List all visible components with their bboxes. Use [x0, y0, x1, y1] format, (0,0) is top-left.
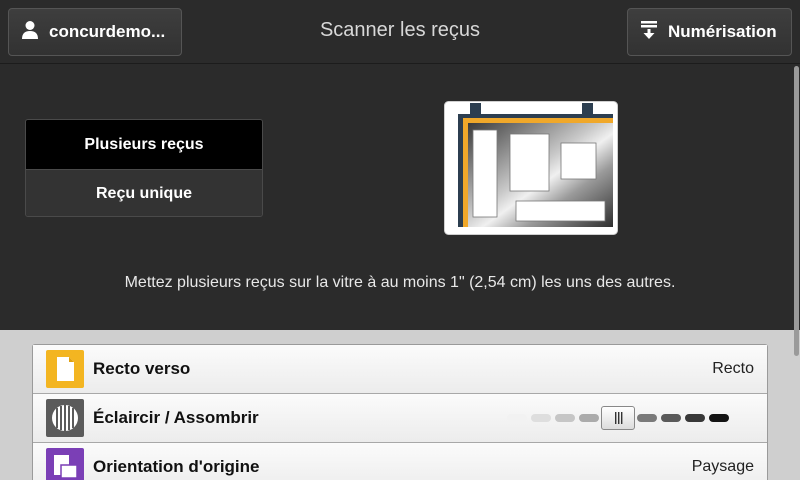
receipt-mode-selector: Plusieurs reçus Reçu unique [25, 119, 263, 217]
multiple-receipts-button[interactable]: Plusieurs reçus [26, 120, 262, 169]
user-icon [21, 20, 39, 45]
slider-segment [709, 414, 729, 422]
scan-label: Numérisation [668, 22, 777, 41]
scan-button[interactable]: Numérisation [627, 8, 792, 56]
slider-segment [531, 414, 551, 422]
setting-row-brightness: Éclaircir / Assombrir [33, 394, 767, 443]
header-bar: concurdemo... Scanner les reçus Numérisa… [0, 0, 800, 64]
slider-segment [661, 414, 681, 422]
settings-list: Recto verso Recto Éclaircir / Assombrir [32, 344, 768, 480]
slider-segment [579, 414, 599, 422]
user-account-button[interactable]: concurdemo... [8, 8, 182, 56]
settings-area: Recto verso Recto Éclaircir / Assombrir [0, 330, 800, 480]
slider-segment [637, 414, 657, 422]
slider-segment [685, 414, 705, 422]
duplex-page-icon [46, 350, 84, 388]
scanner-glass-illustration [444, 101, 618, 240]
single-receipt-button[interactable]: Reçu unique [26, 169, 262, 216]
brightness-label: Éclaircir / Assombrir [93, 408, 259, 427]
setting-row-duplex[interactable]: Recto verso Recto [33, 345, 767, 394]
brightness-slider[interactable] [507, 406, 729, 430]
user-account-label: concurdemo... [49, 22, 166, 41]
scan-panel: concurdemo... Scanner les reçus Numérisa… [0, 0, 800, 330]
orientation-label: Orientation d'origine [93, 457, 260, 476]
contrast-icon [46, 399, 84, 437]
orientation-icon [46, 448, 84, 480]
duplex-value: Recto [712, 360, 754, 377]
page-title: Scanner les reçus [319, 19, 481, 41]
slider-segment [507, 414, 527, 422]
slider-segment [555, 414, 575, 422]
orientation-value: Paysage [691, 458, 754, 475]
scrollbar[interactable] [794, 66, 799, 356]
scan-icon [640, 20, 658, 45]
setting-row-orientation[interactable]: Orientation d'origine Paysage [33, 443, 767, 480]
duplex-label: Recto verso [93, 359, 191, 378]
instruction-text: Mettez plusieurs reçus sur la vitre à au… [124, 274, 676, 291]
slider-handle[interactable] [601, 406, 635, 430]
